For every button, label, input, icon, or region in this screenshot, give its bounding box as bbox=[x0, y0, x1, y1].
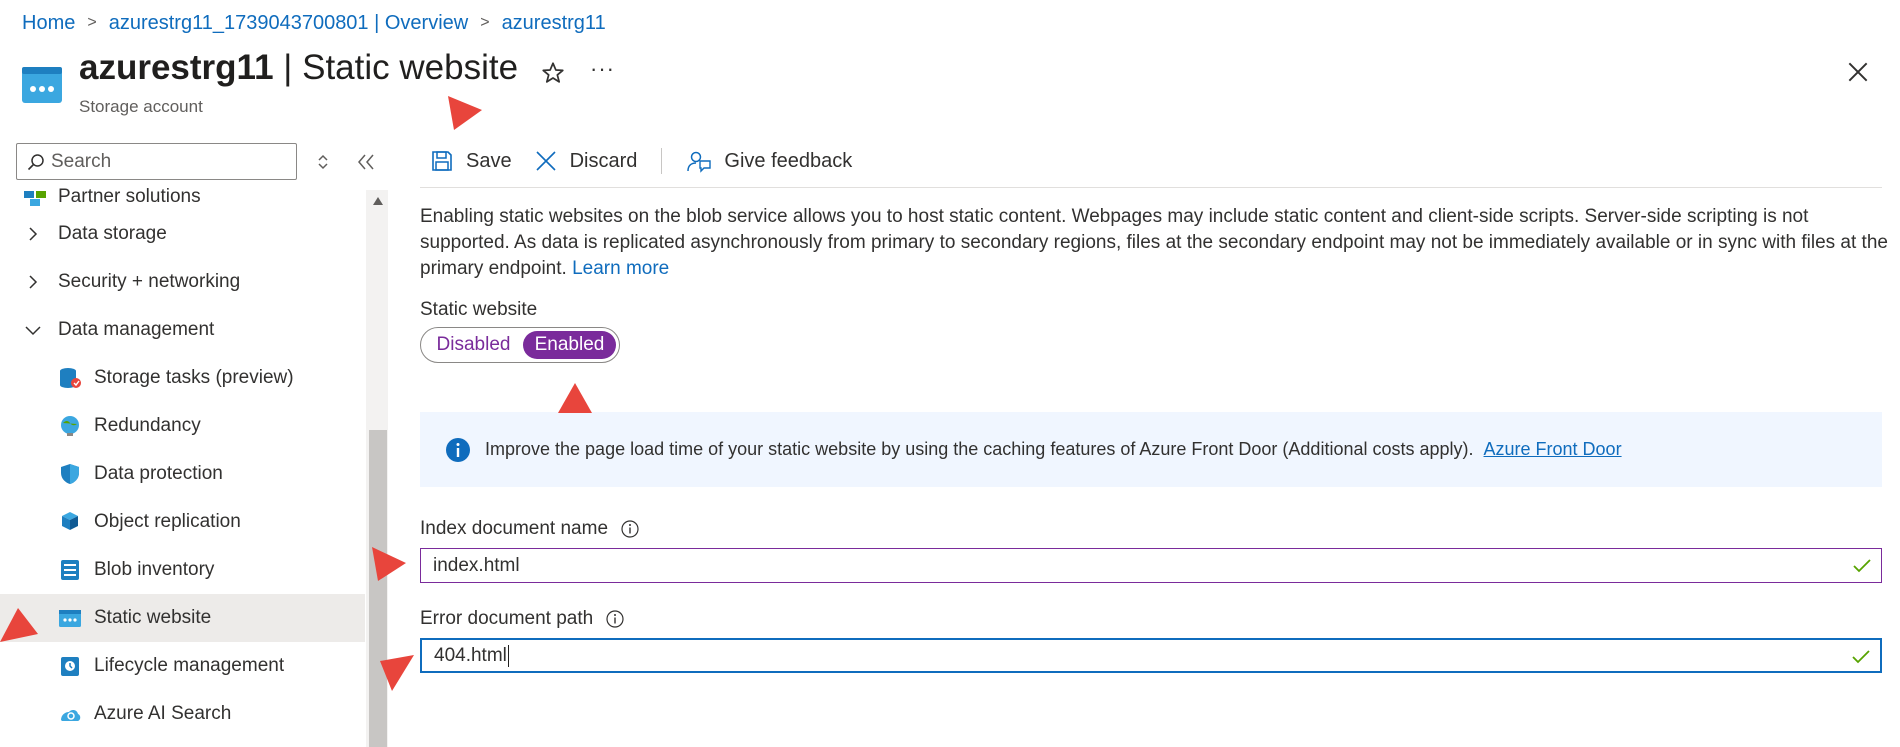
blade-title: Static website bbox=[302, 48, 519, 87]
static-website-resource-icon bbox=[22, 67, 62, 103]
index-document-value: index.html bbox=[433, 554, 520, 576]
static-website-icon bbox=[59, 610, 81, 627]
error-document-label: Error document path bbox=[420, 608, 625, 630]
search-placeholder: Search bbox=[51, 150, 112, 172]
expand-collapse-icon[interactable] bbox=[314, 150, 332, 174]
info-text: Improve the page load time of your stati… bbox=[485, 439, 1474, 459]
sidebar-item-label: Lifecycle management bbox=[94, 655, 285, 676]
more-options-icon[interactable]: ··· bbox=[590, 56, 615, 82]
feedback-icon bbox=[687, 151, 712, 173]
storage-tasks-icon bbox=[60, 368, 81, 388]
save-icon bbox=[432, 151, 452, 171]
sidebar-item-label: Blob inventory bbox=[94, 559, 215, 580]
sidebar-item-label: Data protection bbox=[94, 463, 223, 484]
toolbar-divider bbox=[661, 148, 663, 174]
toggle-disabled-option[interactable]: Disabled bbox=[424, 331, 523, 359]
sidebar-item-label: Static website bbox=[94, 607, 212, 628]
sidebar-item-label: Security + networking bbox=[58, 271, 241, 292]
sidebar-item-storage-tasks[interactable]: Storage tasks (preview) bbox=[0, 354, 365, 402]
shield-icon bbox=[61, 464, 79, 484]
sidebar-item-data-storage[interactable]: Data storage bbox=[0, 210, 365, 258]
save-button[interactable]: Save bbox=[430, 149, 512, 173]
sidebar-item-data-protection[interactable]: Data protection bbox=[0, 450, 365, 498]
info-banner: Improve the page load time of your stati… bbox=[420, 412, 1882, 487]
annotation-arrow-index bbox=[372, 547, 406, 581]
page-title: azurestrg11 | Static website bbox=[79, 48, 518, 88]
discard-label: Discard bbox=[569, 149, 638, 172]
lifecycle-management-icon bbox=[61, 657, 79, 676]
sidebar-item-lifecycle-management[interactable]: Lifecycle management bbox=[0, 642, 365, 690]
sidebar-item-redundancy[interactable]: Redundancy bbox=[0, 402, 365, 450]
sidebar-item-security-networking[interactable]: Security + networking bbox=[0, 258, 365, 306]
info-icon bbox=[446, 437, 470, 462]
index-document-label-text: Index document name bbox=[420, 518, 609, 539]
checkmark-icon bbox=[1853, 559, 1871, 573]
sidebar-item-label: Storage tasks (preview) bbox=[94, 367, 294, 388]
sidebar-item-label: Partner solutions bbox=[58, 186, 201, 207]
annotation-arrow-error bbox=[380, 655, 414, 691]
sidebar-item-label: Data storage bbox=[58, 223, 167, 244]
sidebar-item-label: Object replication bbox=[94, 511, 241, 532]
redundancy-icon bbox=[61, 416, 79, 436]
annotation-arrow-sidebar bbox=[0, 608, 38, 642]
error-document-input[interactable]: 404.html bbox=[420, 638, 1882, 673]
info-tooltip-icon[interactable] bbox=[605, 609, 625, 629]
sidebar-item-azure-ai-search[interactable]: Azure AI Search bbox=[0, 690, 365, 738]
description-text: Enabling static websites on the blob ser… bbox=[420, 204, 1890, 282]
resource-name: azurestrg11 bbox=[79, 48, 274, 87]
toggle-enabled-option[interactable]: Enabled bbox=[522, 331, 616, 359]
annotation-arrow-toggle bbox=[558, 383, 592, 413]
chevron-right-icon bbox=[29, 275, 38, 289]
breadcrumb-account[interactable]: azurestrg11 bbox=[502, 12, 606, 35]
collapse-menu-icon[interactable] bbox=[354, 151, 378, 173]
breadcrumb-home[interactable]: Home bbox=[22, 12, 75, 35]
object-replication-icon bbox=[62, 512, 78, 530]
checkmark-icon bbox=[1852, 650, 1870, 664]
breadcrumb: Home > azurestrg11_1739043700801 | Overv… bbox=[22, 10, 606, 36]
close-icon[interactable] bbox=[1845, 59, 1871, 85]
give-feedback-button[interactable]: Give feedback bbox=[686, 149, 852, 173]
learn-more-link[interactable]: Learn more bbox=[572, 258, 669, 279]
sidebar-nav: Partner solutions Data storage Security … bbox=[0, 183, 365, 747]
command-bar: Save Discard Give feedback bbox=[430, 143, 874, 179]
chevron-right-icon: > bbox=[87, 14, 97, 31]
text-caret bbox=[507, 644, 509, 667]
sidebar-item-object-replication[interactable]: Object replication bbox=[0, 498, 365, 546]
favorite-star-icon[interactable] bbox=[540, 60, 566, 86]
sidebar-search-input[interactable]: Search bbox=[16, 143, 297, 180]
chevron-down-icon bbox=[25, 326, 41, 336]
annotation-arrow-save bbox=[448, 96, 482, 130]
index-document-input[interactable]: index.html bbox=[420, 548, 1882, 583]
feedback-label: Give feedback bbox=[724, 149, 853, 172]
toolbar-separator bbox=[420, 187, 1882, 188]
error-document-value: 404.html bbox=[434, 644, 507, 666]
chevron-right-icon bbox=[29, 227, 38, 241]
error-document-label-text: Error document path bbox=[420, 608, 594, 629]
search-icon bbox=[27, 153, 44, 170]
blob-inventory-icon bbox=[61, 560, 79, 580]
static-website-toggle[interactable]: Disabled Enabled bbox=[420, 327, 620, 363]
sidebar-item-label: Data management bbox=[58, 319, 215, 340]
sidebar-item-label: Redundancy bbox=[94, 415, 201, 436]
sidebar-scrollbar-thumb[interactable] bbox=[369, 430, 387, 747]
azure-ai-search-icon bbox=[61, 709, 81, 721]
partner-solutions-icon bbox=[24, 191, 46, 206]
index-document-label: Index document name bbox=[420, 518, 640, 540]
static-website-label: Static website bbox=[420, 299, 538, 320]
discard-button[interactable]: Discard bbox=[534, 149, 638, 173]
breadcrumb-overview[interactable]: azurestrg11_1739043700801 | Overview bbox=[109, 12, 469, 35]
scroll-up-arrow-icon[interactable] bbox=[372, 196, 384, 206]
azure-front-door-link[interactable]: Azure Front Door bbox=[1484, 439, 1622, 460]
discard-icon bbox=[536, 151, 556, 171]
sidebar-item-static-website[interactable]: Static website bbox=[0, 594, 365, 642]
sidebar-item-blob-inventory[interactable]: Blob inventory bbox=[0, 546, 365, 594]
save-label: Save bbox=[466, 149, 512, 172]
page-subtitle: Storage account bbox=[79, 97, 203, 116]
title-separator: | bbox=[273, 48, 303, 87]
sidebar-item-data-management[interactable]: Data management bbox=[0, 306, 365, 354]
info-tooltip-icon[interactable] bbox=[620, 519, 640, 539]
sidebar-item-label: Azure AI Search bbox=[94, 703, 232, 724]
chevron-right-icon: > bbox=[480, 14, 490, 31]
